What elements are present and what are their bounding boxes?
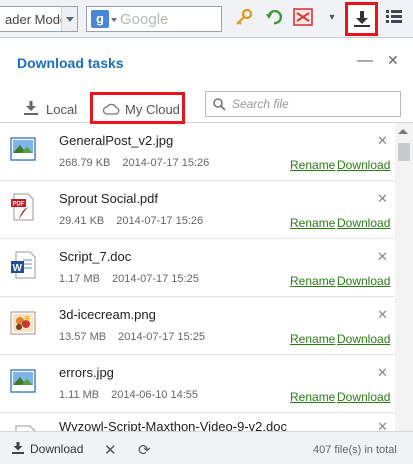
- list-item[interactable]: 3d-icecream.png 13.57 MB 2014-07-17 15:25…: [0, 297, 395, 355]
- screenshot-icon[interactable]: [293, 8, 313, 28]
- remove-item-icon[interactable]: ✕: [377, 133, 388, 149]
- reader-mode-selector[interactable]: ader Mode: [0, 6, 78, 32]
- footer-download-label: Download: [30, 442, 84, 456]
- delete-icon[interactable]: ✕: [104, 441, 117, 459]
- local-download-icon: [24, 101, 38, 115]
- file-date: 2014-07-17 15:25: [111, 273, 199, 285]
- engine-caret-icon[interactable]: [111, 18, 117, 22]
- rename-link[interactable]: Rename: [290, 332, 335, 346]
- download-link[interactable]: Download: [337, 216, 390, 230]
- image-file-icon: [10, 369, 36, 393]
- download-icon: [12, 442, 24, 454]
- rename-link[interactable]: Rename: [290, 390, 335, 404]
- tab-bar: Local My Cloud Search file: [0, 82, 413, 124]
- file-name: Sprout Social.pdf: [59, 191, 159, 206]
- scroll-up-icon[interactable]: [398, 129, 408, 134]
- search-file-input[interactable]: Search file: [205, 91, 401, 117]
- list-item[interactable]: PDF Sprout Social.pdf 29.41 KB 2014-07-17…: [0, 181, 395, 239]
- file-meta: 1.17 MB 2014-07-17 15:25: [59, 273, 199, 285]
- download-icon: [354, 11, 370, 27]
- file-name: GeneralPost_v2.jpg: [59, 133, 174, 148]
- cloud-icon: [103, 103, 120, 115]
- file-meta: 1.11 MB 2014-06-10 14:55: [59, 389, 198, 401]
- scroll-thumb[interactable]: [398, 143, 410, 161]
- file-meta: 13.57 MB 2014-07-17 15:25: [59, 331, 205, 343]
- google-logo-icon[interactable]: g: [91, 10, 109, 28]
- footer-download-button[interactable]: Download: [12, 442, 83, 456]
- search-icon: [213, 98, 226, 111]
- search-engine-placeholder: Google: [120, 11, 169, 28]
- close-panel-icon[interactable]: ✕: [387, 52, 399, 69]
- search-engine-box[interactable]: g Google: [86, 6, 222, 32]
- download-link[interactable]: Download: [337, 158, 390, 172]
- screenshot-caret-icon[interactable]: ▾: [322, 8, 342, 28]
- file-size: 13.57 MB: [59, 331, 107, 343]
- file-name: Script_7.doc: [59, 249, 132, 264]
- rename-link[interactable]: Rename: [290, 158, 335, 172]
- file-date: 2014-07-17 15:25: [118, 331, 205, 343]
- rename-link[interactable]: Rename: [290, 274, 335, 288]
- browser-toolbar: ader Mode g Google ▾: [0, 0, 413, 38]
- tab-my-cloud[interactable]: My Cloud: [90, 92, 185, 124]
- download-manager-button[interactable]: [345, 2, 378, 36]
- download-list: GeneralPost_v2.jpg 268.79 KB 2014-07-17 1…: [0, 123, 395, 431]
- word-doc-icon: W: [11, 251, 36, 279]
- tab-local[interactable]: Local: [20, 94, 80, 123]
- file-date: 2014-07-17 15:26: [122, 157, 210, 169]
- file-date: 2014-07-17 15:26: [116, 215, 204, 227]
- file-name: Wyzowl-Script-Maxthon-Video-9-v2.doc: [59, 419, 287, 431]
- remove-item-icon[interactable]: ✕: [377, 249, 388, 265]
- file-name: errors.jpg: [59, 365, 114, 380]
- file-size: 1.17 MB: [59, 273, 100, 285]
- remove-item-icon[interactable]: ✕: [377, 365, 388, 381]
- remove-item-icon[interactable]: ✕: [377, 419, 388, 431]
- remove-item-icon[interactable]: ✕: [377, 191, 388, 207]
- file-meta: 29.41 KB 2014-07-17 15:26: [59, 215, 203, 227]
- tab-my-cloud-label: My Cloud: [125, 102, 180, 117]
- list-item[interactable]: GeneralPost_v2.jpg 268.79 KB 2014-07-17 1…: [0, 123, 395, 181]
- minimize-icon[interactable]: —: [357, 52, 373, 70]
- file-size: 1.11 MB: [59, 389, 100, 401]
- pdf-file-icon: PDF: [11, 193, 34, 221]
- svg-text:PDF: PDF: [13, 202, 25, 208]
- undo-icon[interactable]: [264, 8, 284, 28]
- download-link[interactable]: Download: [337, 274, 390, 288]
- list-item[interactable]: W Script_7.doc 1.17 MB 2014-07-17 15:25 R…: [0, 239, 395, 297]
- list-scrollbar[interactable]: [395, 123, 413, 431]
- footer-bar: Download ✕ ⟳ 407 file(s) in total: [0, 431, 413, 464]
- reader-mode-dropdown-icon[interactable]: [61, 7, 77, 31]
- panel-title: Download tasks: [17, 55, 124, 71]
- list-item[interactable]: errors.jpg 1.11 MB 2014-06-10 14:55 Renam…: [0, 355, 395, 413]
- menu-icon[interactable]: [384, 8, 404, 28]
- file-size: 268.79 KB: [59, 157, 111, 169]
- image-file-icon: [10, 137, 36, 161]
- download-link[interactable]: Download: [337, 332, 390, 346]
- refresh-icon[interactable]: ⟳: [138, 441, 151, 459]
- reader-mode-label: ader Mode: [5, 12, 68, 27]
- key-icon[interactable]: [234, 8, 254, 28]
- search-file-placeholder: Search file: [232, 97, 289, 111]
- file-size: 29.41 KB: [59, 215, 105, 227]
- tab-local-label: Local: [46, 102, 78, 117]
- rename-link[interactable]: Rename: [290, 216, 335, 230]
- file-meta: 268.79 KB 2014-07-17 15:26: [59, 157, 209, 169]
- file-name: 3d-icecream.png: [59, 307, 156, 322]
- svg-text:W: W: [13, 263, 23, 274]
- download-link[interactable]: Download: [337, 390, 390, 404]
- png-image-icon: [10, 311, 36, 335]
- list-item[interactable]: W Wyzowl-Script-Maxthon-Video-9-v2.doc ✕: [0, 413, 395, 431]
- file-date: 2014-06-10 14:55: [111, 389, 199, 401]
- total-files-count: 407 file(s) in total: [313, 444, 397, 456]
- remove-item-icon[interactable]: ✕: [377, 307, 388, 323]
